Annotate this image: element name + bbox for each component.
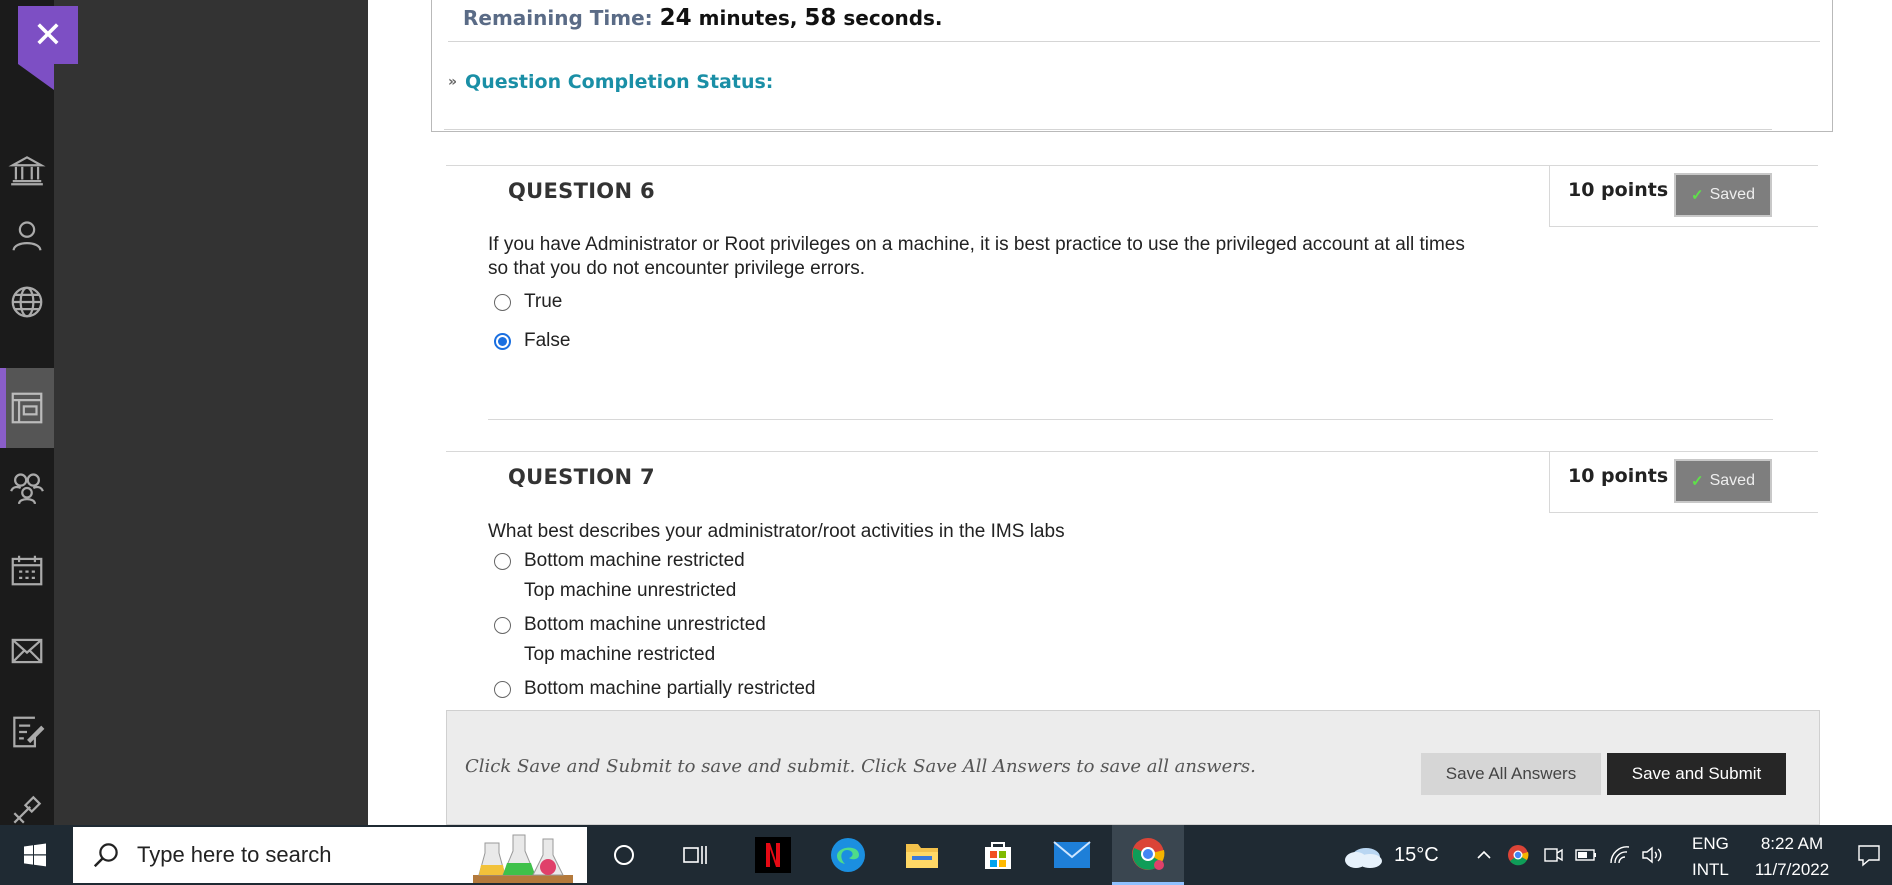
- cloudy-weather-icon: [1345, 848, 1382, 868]
- points-panel: 10 points ✓ Saved: [1549, 451, 1818, 513]
- windows-start-icon[interactable]: [0, 825, 70, 885]
- divider: [488, 419, 1773, 420]
- task-view-icon[interactable]: [666, 825, 726, 885]
- seconds-unit: seconds.: [843, 6, 943, 30]
- option-line: Top machine restricted: [524, 644, 716, 665]
- courses-icon[interactable]: [0, 368, 54, 448]
- clock-date: 11/7/2022: [1754, 860, 1830, 879]
- check-icon: ✓: [1691, 473, 1704, 490]
- weather-widget[interactable]: 15°C: [1342, 825, 1439, 885]
- check-icon: ✓: [1691, 187, 1704, 204]
- remaining-seconds: 58: [804, 5, 837, 31]
- option-line: Bottom machine restricted: [524, 550, 745, 571]
- radio-button[interactable]: [494, 553, 511, 570]
- answer-option[interactable]: Bottom machine unrestricted Top machine …: [494, 610, 766, 670]
- system-tray: [1474, 825, 1664, 885]
- windows-taskbar: Type here to search 15°C ENG INTL 8:22 A…: [0, 825, 1892, 885]
- option-label: False: [524, 330, 571, 351]
- chrome-icon[interactable]: [1112, 825, 1184, 885]
- save-all-answers-button[interactable]: Save All Answers: [1421, 753, 1601, 795]
- minutes-unit: minutes,: [698, 6, 798, 30]
- remaining-minutes: 24: [659, 5, 692, 31]
- saved-badge: ✓ Saved: [1674, 459, 1772, 503]
- question-text: If you have Administrator or Root privil…: [488, 234, 1465, 279]
- question-title: QUESTION 7: [508, 465, 655, 489]
- remaining-time-label: Remaining Time:: [463, 6, 653, 30]
- save-and-submit-button[interactable]: Save and Submit: [1607, 753, 1786, 795]
- chrome-tray-icon[interactable]: [1506, 843, 1530, 867]
- meet-now-icon[interactable]: [1542, 844, 1564, 866]
- cortana-icon[interactable]: [594, 825, 654, 885]
- radio-button[interactable]: [494, 681, 511, 698]
- question-text: What best describes your administrator/r…: [488, 521, 1065, 542]
- question-points: 10 points: [1568, 179, 1669, 201]
- battery-icon[interactable]: [1574, 844, 1598, 866]
- answer-option-true[interactable]: True: [494, 287, 562, 317]
- wifi-icon[interactable]: [1608, 844, 1632, 866]
- submit-instructions: Click Save and Submit to save and submit…: [465, 756, 1256, 777]
- search-icon: [93, 843, 118, 868]
- messages-icon[interactable]: [0, 611, 54, 691]
- submit-bar: Click Save and Submit to save and submit…: [446, 710, 1820, 825]
- saved-label: Saved: [1709, 186, 1755, 203]
- edge-icon[interactable]: [818, 825, 878, 885]
- calendar-icon[interactable]: [0, 530, 54, 610]
- option-label: True: [524, 291, 563, 312]
- question-completion-label: Question Completion Status:: [465, 71, 774, 93]
- radio-button[interactable]: [494, 617, 511, 634]
- keyboard-layout: INTL: [1692, 860, 1729, 879]
- points-panel: 10 points ✓ Saved: [1549, 165, 1818, 227]
- question-completion-toggle[interactable]: » Question Completion Status:: [448, 71, 773, 93]
- answer-option-false[interactable]: False: [494, 326, 570, 356]
- saved-badge: ✓ Saved: [1674, 173, 1772, 217]
- radio-button[interactable]: [494, 294, 511, 311]
- file-explorer-icon[interactable]: [892, 825, 952, 885]
- remaining-time: Remaining Time: 24 minutes, 58 seconds.: [463, 5, 943, 31]
- test-status-panel: Remaining Time: 24 minutes, 58 seconds. …: [431, 0, 1833, 132]
- mail-icon[interactable]: [1042, 825, 1102, 885]
- weather-temperature: 15°C: [1394, 843, 1439, 866]
- option-line: Bottom machine unrestricted: [524, 614, 766, 635]
- test-content: Remaining Time: 24 minutes, 58 seconds. …: [368, 0, 1892, 825]
- left-nav: [0, 0, 54, 825]
- netflix-icon[interactable]: [743, 825, 803, 885]
- close-icon[interactable]: ✕: [18, 6, 78, 64]
- input-language[interactable]: ENG INTL: [1692, 831, 1729, 883]
- answer-option[interactable]: Bottom machine restricted Top machine un…: [494, 546, 745, 606]
- clock-time: 8:22 AM: [1760, 834, 1824, 853]
- chevron-up-icon[interactable]: [1474, 845, 1494, 865]
- volume-icon[interactable]: [1640, 844, 1664, 866]
- store-icon[interactable]: [968, 825, 1028, 885]
- answer-option[interactable]: Bottom machine partially restricted: [494, 674, 815, 704]
- saved-label: Saved: [1709, 472, 1755, 489]
- radio-button-selected[interactable]: [494, 333, 511, 350]
- chevron-double-down-icon: »: [448, 74, 458, 90]
- divider: [444, 129, 1772, 130]
- close-tab-tail: [18, 64, 54, 90]
- search-placeholder: Type here to search: [137, 842, 332, 867]
- option-line: Bottom machine partially restricted: [524, 678, 816, 699]
- taskbar-search-box[interactable]: Type here to search: [73, 827, 587, 883]
- divider: [448, 41, 1820, 42]
- grades-icon[interactable]: [0, 692, 54, 772]
- option-line: Top machine unrestricted: [524, 580, 737, 601]
- question-title: QUESTION 6: [508, 179, 655, 203]
- question-7: QUESTION 7 10 points ✓ Saved What best d…: [446, 451, 1818, 711]
- dark-side-panel: [54, 0, 368, 825]
- groups-icon[interactable]: [0, 448, 54, 528]
- language-code: ENG: [1692, 834, 1729, 853]
- notifications-icon[interactable]: [1856, 825, 1882, 885]
- question-6: QUESTION 6 10 points ✓ Saved If you have…: [446, 165, 1818, 455]
- globe-icon[interactable]: [0, 262, 54, 342]
- science-flasks-icon: [473, 834, 573, 883]
- question-points: 10 points: [1568, 465, 1669, 487]
- taskbar-clock[interactable]: 8:22 AM 11/7/2022: [1742, 831, 1842, 883]
